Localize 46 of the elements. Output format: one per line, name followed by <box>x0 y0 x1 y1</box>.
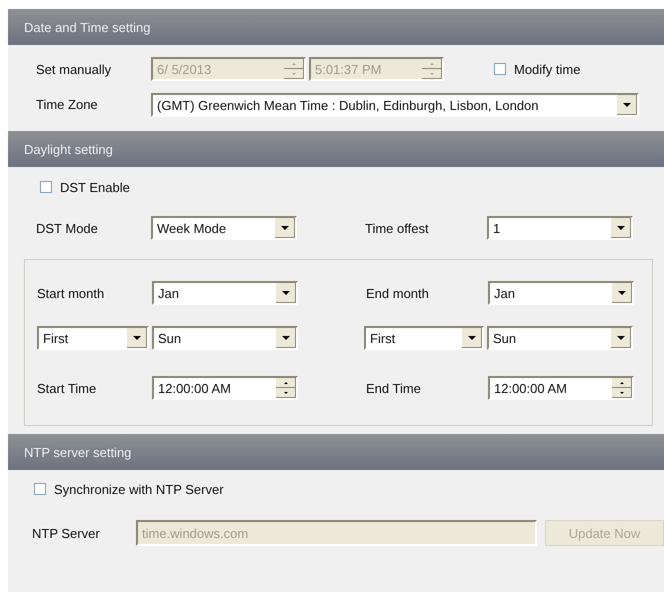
field-label: Start Time <box>37 380 98 396</box>
up-arrow-icon <box>292 63 296 65</box>
caret-down-icon <box>617 336 625 340</box>
checkbox-label: Synchronize with NTP Server <box>54 482 224 496</box>
caret-down-icon <box>617 226 625 230</box>
down-arrow-icon <box>430 73 434 75</box>
section-header: Daylight setting <box>8 131 664 167</box>
checkbox[interactable] <box>40 181 52 193</box>
dropdown[interactable]: First <box>37 326 149 350</box>
field-label: Time Zone <box>36 96 99 112</box>
dropdown[interactable]: (GMT) Greenwich Mean Time : Dublin, Edinburgh, Lisbon, London <box>151 93 639 117</box>
field-label: Start month <box>37 286 106 300</box>
field-label: End month <box>366 286 430 300</box>
dropdown[interactable]: Jan <box>152 281 298 305</box>
time-spinner-field[interactable]: 12:00:00 AM <box>488 376 634 400</box>
field-label: Time offest <box>365 220 430 236</box>
time-spinner-field[interactable]: 12:00:00 AM <box>152 376 298 400</box>
checkbox-label: DST Enable <box>60 180 130 194</box>
up-arrow-icon <box>620 382 624 384</box>
section-header: NTP server setting <box>8 434 664 470</box>
dropdown[interactable]: Jan <box>488 281 634 305</box>
caret-down-icon <box>133 336 141 340</box>
caret-down-icon <box>618 291 626 295</box>
up-arrow-icon <box>430 63 434 65</box>
dropdown[interactable]: 1 <box>487 216 633 240</box>
down-arrow-icon <box>292 73 296 75</box>
down-arrow-icon <box>284 392 288 394</box>
field-label: Set manually <box>36 62 112 76</box>
dropdown[interactable]: Week Mode <box>151 216 297 240</box>
dropdown[interactable]: Sun <box>487 326 633 350</box>
caret-down-icon <box>281 226 289 230</box>
checkbox-label: Modify time <box>514 62 580 76</box>
checkbox[interactable] <box>34 483 46 495</box>
caret-down-icon <box>282 336 290 340</box>
caret-down-icon <box>623 103 631 107</box>
up-arrow-icon <box>284 382 288 384</box>
checkbox[interactable] <box>494 63 506 75</box>
caret-down-icon <box>282 291 290 295</box>
down-arrow-icon <box>620 392 624 394</box>
field-label: NTP Server <box>32 526 101 540</box>
field-label: DST Mode <box>36 220 99 236</box>
caret-down-icon <box>468 336 476 340</box>
dropdown[interactable]: First <box>364 326 484 350</box>
dropdown[interactable]: Sun <box>152 326 298 350</box>
field-label: End Time <box>366 380 422 396</box>
section-header: Date and Time setting <box>8 9 664 45</box>
